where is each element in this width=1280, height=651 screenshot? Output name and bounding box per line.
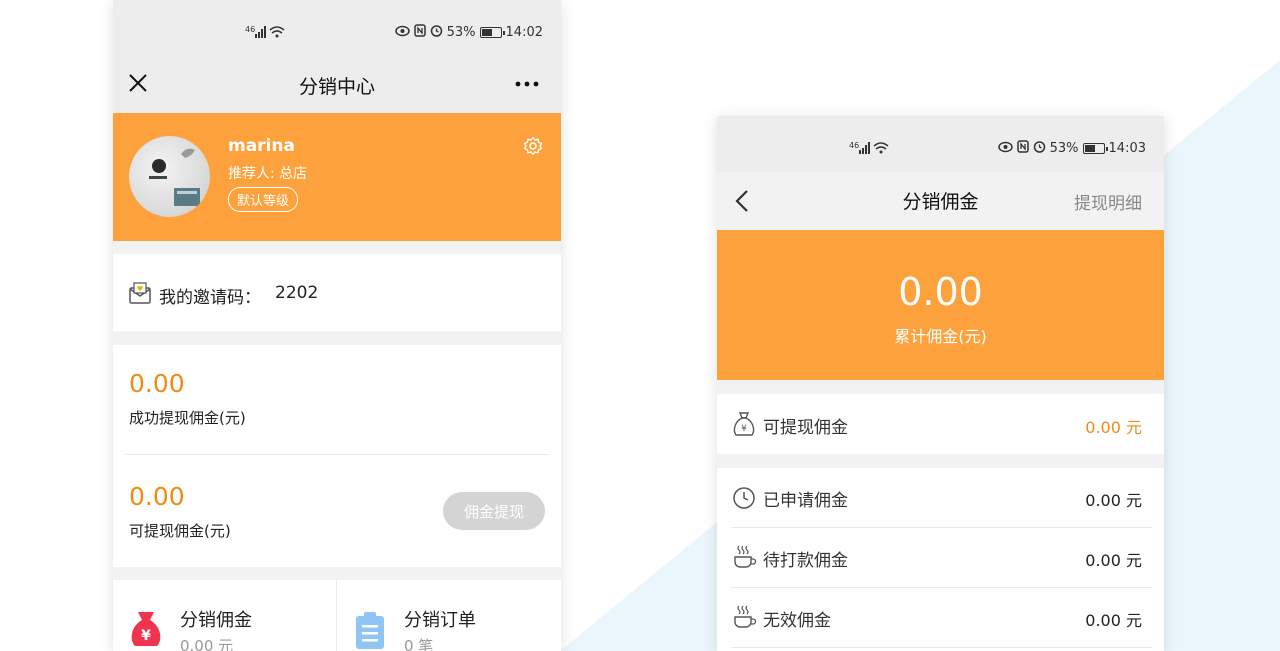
signal-icon: 46 bbox=[849, 140, 891, 156]
total-label: 累计佣金(元) bbox=[894, 327, 987, 346]
svg-text:46: 46 bbox=[849, 141, 859, 150]
eye-icon bbox=[394, 25, 410, 41]
status-right: 53% 14:02 bbox=[394, 24, 543, 41]
clipboard-icon bbox=[355, 612, 385, 651]
page-title: 分销中心 bbox=[298, 76, 375, 98]
success-label: 成功提现佣金(元) bbox=[129, 409, 246, 427]
avatar[interactable] bbox=[129, 136, 210, 217]
status-time: 14:03 bbox=[1108, 141, 1146, 156]
settings-gear-icon[interactable] bbox=[523, 136, 543, 160]
row-label: 可提现佣金 bbox=[763, 418, 848, 438]
eye-icon bbox=[997, 141, 1013, 157]
commission-row[interactable]: ¥ 可提现佣金 0.00 元 bbox=[717, 394, 1164, 454]
divider bbox=[125, 454, 549, 455]
row-amount: 0.00 元 bbox=[1085, 418, 1142, 437]
invite-label: 我的邀请码： bbox=[159, 288, 261, 308]
envelope-icon bbox=[129, 282, 151, 308]
function-grid: ¥ 分销佣金 0.00 元 分销订单 0 笔 bbox=[113, 580, 561, 651]
clock-icon bbox=[732, 486, 756, 514]
withdraw-button[interactable]: 佣金提现 bbox=[443, 492, 545, 530]
withdrawable-label: 可提现佣金(元) bbox=[129, 522, 231, 540]
money-bag-icon: ¥ bbox=[129, 610, 163, 651]
grid-item-sub: 0.00 元 bbox=[180, 637, 234, 651]
cup-icon bbox=[732, 544, 758, 574]
grid-item-title: 分销订单 bbox=[404, 610, 476, 631]
alarm-icon bbox=[1033, 140, 1046, 157]
commission-row[interactable]: 已申请佣金 0.00 元 bbox=[717, 468, 1164, 527]
nav-bar: 分销中心 bbox=[113, 64, 561, 113]
grid-item-commission[interactable]: ¥ 分销佣金 0.00 元 bbox=[113, 580, 336, 651]
battery-icon bbox=[1082, 143, 1108, 154]
commission-row[interactable]: 无效佣金 0.00 元 bbox=[717, 588, 1164, 647]
status-right: 53% 14:03 bbox=[997, 140, 1146, 157]
distribution-center-screen: 46 53% 14:02 分销中心 marina 推荐人: 总店 默认等级 我的… bbox=[113, 0, 561, 651]
withdraw-detail-link[interactable]: 提现明细 bbox=[1074, 189, 1142, 214]
grid-item-orders[interactable]: 分销订单 0 笔 bbox=[337, 580, 561, 651]
battery-icon bbox=[479, 27, 505, 38]
grid-item-sub: 0 笔 bbox=[404, 637, 434, 651]
success-amount: 0.00 bbox=[129, 369, 185, 398]
cup-icon bbox=[732, 604, 758, 634]
svg-text:¥: ¥ bbox=[741, 424, 747, 434]
signal-icon: 46 bbox=[245, 24, 287, 40]
row-amount: 0.00 元 bbox=[1085, 611, 1142, 630]
level-badge: 默认等级 bbox=[228, 187, 299, 212]
nfc-icon bbox=[1016, 140, 1029, 157]
battery-percent: 53% bbox=[1049, 141, 1079, 156]
total-amount: 0.00 bbox=[898, 270, 983, 314]
status-bar: 46 53% 14:03 bbox=[717, 116, 1164, 172]
commission-list: 已申请佣金 0.00 元 待打款佣金 0.00 元 无效佣金 0.00 元 bbox=[717, 468, 1164, 651]
svg-text:46: 46 bbox=[245, 25, 255, 34]
grid-item-title: 分销佣金 bbox=[180, 610, 252, 631]
row-label: 待打款佣金 bbox=[763, 551, 848, 571]
user-name: marina bbox=[228, 136, 295, 156]
withdrawable-amount: 0.00 bbox=[129, 482, 185, 511]
row-amount: 0.00 元 bbox=[1085, 491, 1142, 510]
divider bbox=[731, 647, 1152, 648]
nav-bar: 分销佣金 提现明细 bbox=[717, 172, 1164, 230]
alarm-icon bbox=[430, 24, 443, 41]
row-amount: 0.00 元 bbox=[1085, 551, 1142, 570]
invite-code-row[interactable]: 我的邀请码： 2202 bbox=[113, 254, 561, 331]
more-icon[interactable] bbox=[515, 75, 539, 97]
invite-code: 2202 bbox=[275, 283, 319, 303]
commission-row[interactable]: 待打款佣金 0.00 元 bbox=[717, 528, 1164, 587]
svg-text:¥: ¥ bbox=[141, 628, 151, 644]
yen-bag-icon: ¥ bbox=[732, 411, 756, 441]
nfc-icon bbox=[413, 24, 426, 41]
referrer-text: 推荐人: 总店 bbox=[228, 166, 308, 182]
total-commission-banner: 0.00 累计佣金(元) bbox=[717, 230, 1164, 380]
battery-percent: 53% bbox=[446, 25, 476, 40]
profile-header: marina 推荐人: 总店 默认等级 bbox=[113, 113, 561, 241]
row-label: 已申请佣金 bbox=[763, 491, 848, 511]
commission-stats-card: 0.00 成功提现佣金(元) 0.00 可提现佣金(元) 佣金提现 bbox=[113, 345, 561, 567]
status-time: 14:02 bbox=[505, 25, 543, 40]
status-bar: 46 53% 14:02 bbox=[113, 0, 561, 64]
row-label: 无效佣金 bbox=[763, 611, 831, 631]
commission-screen: 46 53% 14:03 分销佣金 提现明细 0.00 累计佣金(元) ¥ 可提… bbox=[717, 116, 1164, 651]
